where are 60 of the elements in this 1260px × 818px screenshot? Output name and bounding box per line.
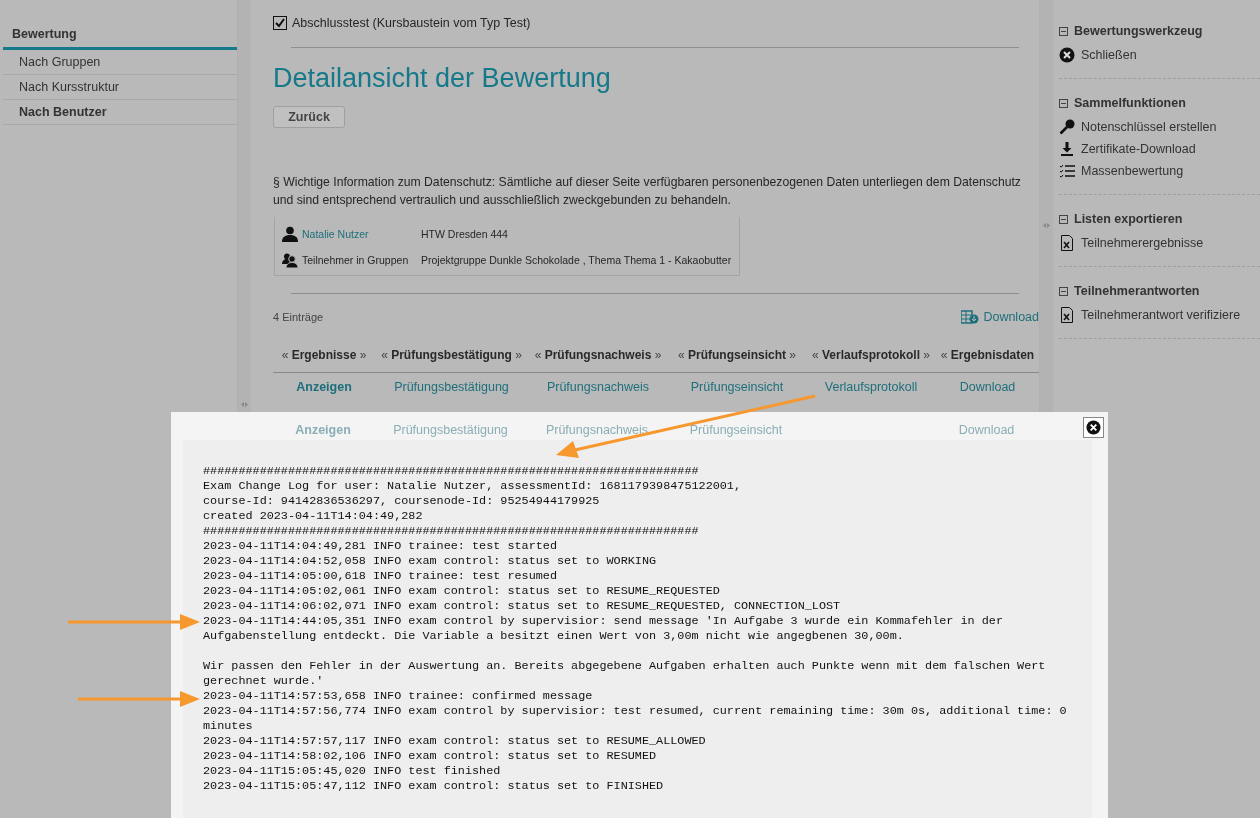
section-heading: Listen exportieren — [1074, 212, 1183, 226]
log-line: 2023-04-11T14:04:52,058 INFO exam control: status set to WORKING — [203, 554, 658, 569]
checkbox[interactable] — [273, 16, 287, 30]
log-line: ###################################################################### — [203, 524, 700, 539]
log-line: 2023-04-11T14:04:49,281 INFO trainee: test started — [203, 539, 558, 554]
collapse-icon[interactable] — [1059, 26, 1068, 36]
column-header[interactable]: « Prüfungsnachweis » — [528, 336, 668, 373]
download-icon — [1059, 141, 1075, 157]
tool-link[interactable]: Notenschlüssel erstellen — [1081, 120, 1217, 134]
log-line: 2023-04-11T14:06:02,071 INFO exam control: status set to RESUME_REQUESTED, CONNECTION_LOST — [203, 599, 842, 614]
log-line: ###################################################################### — [203, 464, 700, 479]
course-node-label: Abschlusstest (Kursbaustein vom Typ Test) — [292, 16, 531, 30]
collapse-icon[interactable] — [1059, 214, 1068, 224]
column-header[interactable]: « Prüfungsbestätigung » — [375, 336, 528, 373]
log-line: 2023-04-11T14:05:02,061 INFO exam control: status set to RESUME_REQUESTED — [203, 584, 721, 599]
checklist-icon — [1059, 163, 1075, 179]
people-icon — [282, 252, 298, 268]
info-label: Teilnehmer in Gruppen — [302, 254, 410, 266]
privacy-notice: § Wichtige Information zum Datenschutz: Sämtliche auf dieser Seite verfügbaren personenbezogenen Daten unterliegen dem Datenschutz und sind entsprechend vertraulich und ausschließlich zweckgebunden zu behandeln. — [273, 174, 1022, 209]
close-icon — [1059, 47, 1075, 63]
info-value: HTW Dresden 444 — [421, 228, 508, 240]
section-heading: Teilnehmerantworten — [1074, 284, 1200, 298]
tool-link[interactable]: Zertifikate-Download — [1081, 142, 1196, 156]
tool-link[interactable]: Massenbewertung — [1081, 164, 1184, 178]
column-header[interactable]: « Prüfungseinsicht » — [668, 336, 806, 373]
sidebar-item[interactable]: Nach Benutzer — [3, 100, 237, 125]
spreadsheet-file-icon — [1059, 307, 1075, 323]
sidebar-item[interactable]: Nach Kursstruktur — [3, 75, 237, 100]
splitter-handle-icon[interactable] — [1043, 223, 1050, 228]
spreadsheet-file-icon — [1059, 235, 1075, 251]
section-heading: Bewertungswerkzeug — [1074, 24, 1203, 38]
collapse-icon[interactable] — [1059, 98, 1068, 108]
tool-link[interactable]: Schließen — [1081, 48, 1137, 62]
collapse-icon[interactable] — [1059, 286, 1068, 296]
person-icon — [282, 226, 298, 242]
column-header[interactable]: « Ergebnisse » — [273, 336, 375, 373]
key-icon — [1059, 119, 1075, 135]
close-button[interactable] — [1083, 417, 1104, 438]
tool-link[interactable]: Teilnehmerergebnisse — [1081, 236, 1204, 250]
log-line: 2023-04-11T14:57:56,774 INFO exam control by supervisior: test resumed, current remaining time: 30m 0s, additional time: 0 minutes — [203, 704, 1068, 734]
log-line: 2023-04-11T14:57:53,658 INFO trainee: confirmed message — [203, 689, 594, 704]
log-line: 2023-04-11T14:57:57,117 INFO exam control: status set to RESUME_ALLOWED — [203, 734, 707, 749]
log-line: 2023-04-11T14:44:05,351 INFO exam control by supervisior: send message 'In Aufgabe 3 wurde ein Kommafehler in der Aufgabenstellung entdeckt. Die Variable a besitzt einen Wert von 3,00m nicht wie angegbenen 30,00m. Wir passen den Fehler in der Auswertung an. Bereits abgegebene Aufgaben erhalten auch Punkte wenn mit dem falschen Wert gerechnet wurde.' — [203, 614, 1047, 689]
log-line: 2023-04-11T15:05:47,112 INFO exam control: status set to FINISHED — [203, 779, 665, 794]
tool-link[interactable]: Teilnehmerantwort verifiziere — [1081, 308, 1241, 322]
section-heading: Sammelfunktionen — [1074, 96, 1186, 110]
info-value: Projektgruppe Dunkle Schokolade , Thema Thema 1 - Kakaobutter — [421, 254, 732, 266]
back-button[interactable]: Zurück — [273, 106, 345, 128]
log-line: 2023-04-11T15:05:45,020 INFO test finished — [203, 764, 502, 779]
table-download-icon — [961, 310, 980, 324]
log-line: course-Id: 94142836536297, coursenode-Id: 95254944179925 — [203, 494, 601, 509]
log-line: 2023-04-11T14:05:00,618 INFO trainee: test resumed — [203, 569, 558, 584]
entry-count: 4 Einträge — [273, 311, 324, 323]
log-line: 2023-04-11T14:58:02,106 INFO exam control: status set to RESUMED — [203, 749, 658, 764]
log-line: Exam Change Log for user: Natalie Nutzer, assessmentId: 1681179398475122001, — [203, 479, 743, 494]
sidebar-item[interactable]: Nach Gruppen — [3, 50, 237, 75]
column-header[interactable]: « Verlaufsprotokoll » — [806, 336, 936, 373]
splitter-handle-icon[interactable] — [241, 402, 248, 407]
log-line: created 2023-04-11T14:04:49,282 — [203, 509, 424, 524]
page-title: Detailansicht der Bewertung — [273, 62, 612, 94]
